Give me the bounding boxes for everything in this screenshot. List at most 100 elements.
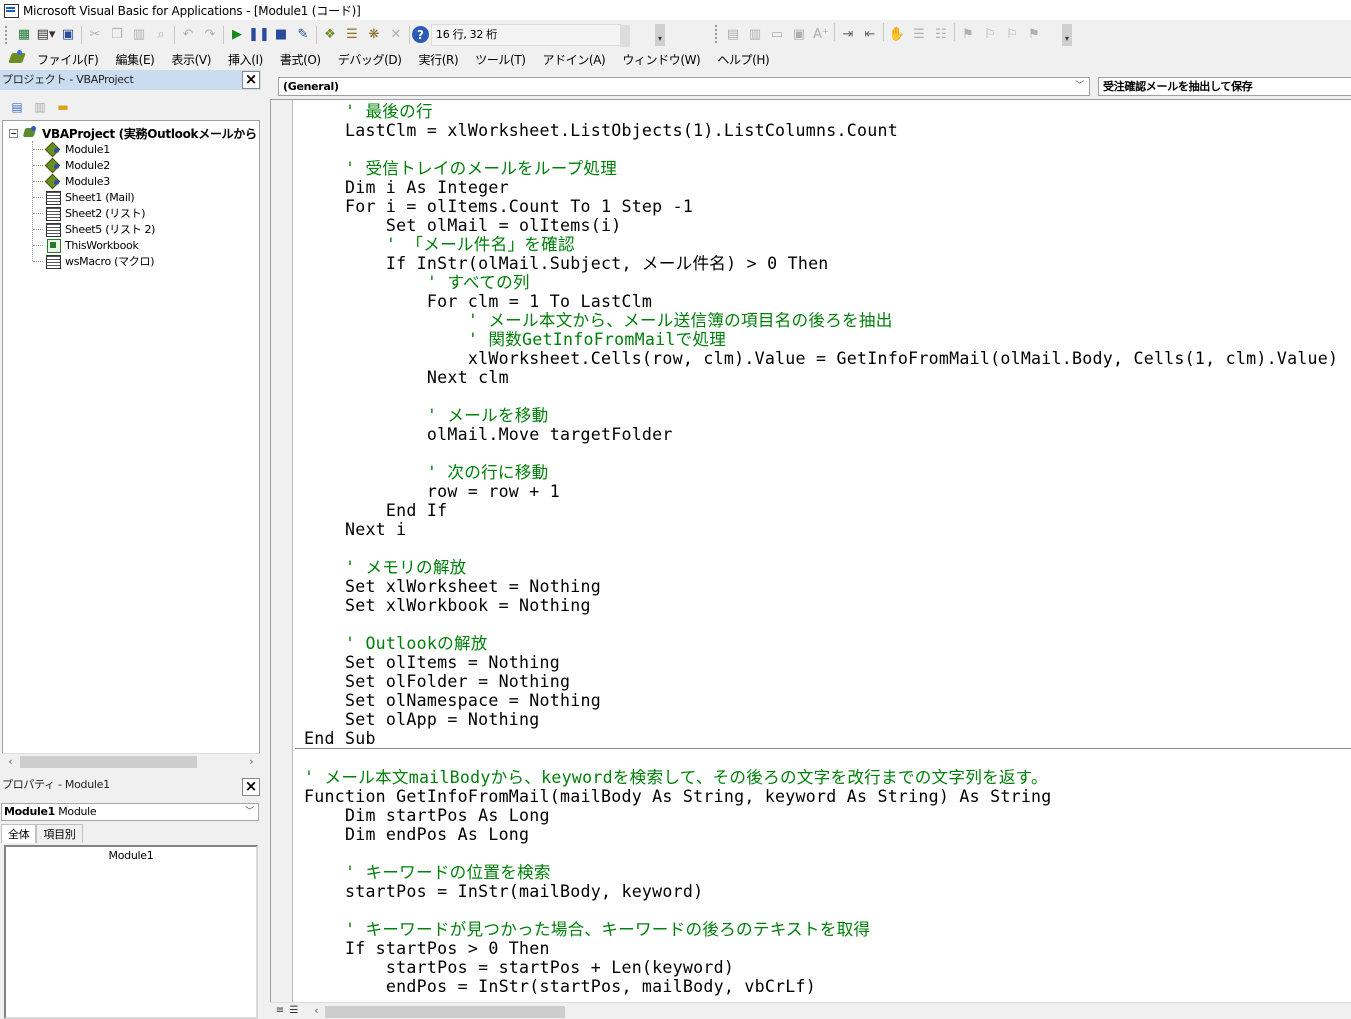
project-pane-close-icon[interactable]: × bbox=[242, 71, 260, 89]
uncomment-block-icon[interactable]: ☷ bbox=[930, 23, 952, 45]
code-line[interactable]: Function GetInfoFromMail(mailBody As Str… bbox=[304, 787, 1052, 806]
toolbar-grip[interactable] bbox=[5, 25, 9, 44]
tree-item-module3[interactable]: Module3 bbox=[33, 173, 110, 189]
reset-icon[interactable]: ■ bbox=[270, 24, 292, 46]
toggle-folders-icon[interactable]: ▬ bbox=[52, 98, 74, 116]
menu-tools[interactable]: ツール(T) bbox=[475, 51, 533, 68]
next-bookmark-icon[interactable]: ⚐ bbox=[979, 23, 1001, 45]
previous-bookmark-icon[interactable]: ⚐ bbox=[1001, 23, 1023, 45]
menu-addins[interactable]: アドイン(A) bbox=[543, 51, 614, 68]
properties-pane-close-icon[interactable]: × bbox=[242, 778, 260, 796]
code-line[interactable]: If startPos > 0 Then bbox=[304, 939, 550, 958]
code-line[interactable]: For clm = 1 To LastClm bbox=[304, 292, 652, 311]
code-line[interactable]: endPos = InStr(startPos, mailBody, vbCrL… bbox=[304, 977, 816, 996]
menu-file[interactable]: ファイル(F) bbox=[37, 51, 106, 68]
toggle-bookmark-icon[interactable]: ⚑ bbox=[957, 23, 979, 45]
menu-insert[interactable]: 挿入(I) bbox=[228, 51, 271, 68]
toolbar-overflow-chevron[interactable]: ▾ bbox=[655, 24, 665, 46]
toolbox-icon[interactable]: ✕ bbox=[385, 24, 407, 46]
code-line[interactable]: startPos = startPos + Len(keyword) bbox=[304, 958, 734, 977]
complete-word-icon[interactable]: A⁺ bbox=[810, 23, 832, 45]
vba-menu-icon[interactable] bbox=[7, 50, 29, 68]
run-icon[interactable]: ▶ bbox=[226, 24, 248, 46]
redo-icon[interactable]: ↷ bbox=[199, 24, 221, 46]
cut-icon[interactable]: ✂ bbox=[84, 24, 106, 46]
full-module-view-icon[interactable]: ☰ bbox=[288, 1005, 300, 1018]
code-comment-line[interactable]: ' 「メール件名」を確認 bbox=[304, 235, 575, 254]
menu-format[interactable]: 書式(O) bbox=[280, 51, 329, 68]
menu-edit[interactable]: 編集(E) bbox=[115, 51, 162, 68]
edit-toolbar-grip[interactable] bbox=[715, 25, 719, 43]
save-icon[interactable]: ▣ bbox=[57, 24, 79, 46]
undo-icon[interactable]: ↶ bbox=[177, 24, 199, 46]
property-row-name[interactable]: Module1 bbox=[6, 849, 256, 862]
tree-item-sheet5[interactable]: Sheet5 (リスト 2) bbox=[33, 221, 155, 237]
procedure-combo[interactable]: 受注確認メールを抽出して保存 bbox=[1098, 77, 1351, 96]
code-comment-line[interactable]: ' キーワードが見つかった場合、キーワードの後ろのテキストを取得 bbox=[304, 920, 870, 939]
code-horizontal-scrollbar[interactable]: ≡ ☰ ‹ bbox=[270, 1002, 1351, 1019]
code-line[interactable]: xlWorksheet.Cells(row, clm).Value = GetI… bbox=[304, 349, 1338, 368]
list-constants-icon[interactable]: ▥ bbox=[744, 23, 766, 45]
code-line[interactable]: Set xlWorkbook = Nothing bbox=[304, 596, 591, 615]
code-line[interactable]: Set olFolder = Nothing bbox=[304, 672, 570, 691]
code-comment-line[interactable]: ' メール本文から、メール送信簿の項目名の後ろを抽出 bbox=[304, 311, 893, 330]
pane-splitter[interactable] bbox=[262, 70, 268, 1019]
code-comment-line[interactable]: ' 受信トレイのメールをループ処理 bbox=[304, 159, 617, 178]
code-line[interactable]: row = row + 1 bbox=[304, 482, 560, 501]
chevron-down-icon[interactable]: ﹀ bbox=[1075, 78, 1084, 95]
tab-categorized[interactable]: 項目別 bbox=[36, 824, 83, 843]
code-editor[interactable]: ' 最後の行 LastClm = xlWorksheet.ListObjects… bbox=[270, 99, 1351, 1019]
code-line[interactable]: End Sub bbox=[304, 729, 376, 748]
code-line[interactable]: olMail.Move targetFolder bbox=[304, 425, 673, 444]
menu-help[interactable]: ヘルプ(H) bbox=[717, 51, 777, 68]
code-line[interactable]: Dim endPos As Long bbox=[304, 825, 529, 844]
code-comment-line[interactable]: ' すべての列 bbox=[304, 273, 530, 292]
menu-debug[interactable]: デバッグ(D) bbox=[338, 51, 410, 68]
scroll-thumb[interactable] bbox=[20, 756, 197, 768]
tree-item-module2[interactable]: Module2 bbox=[33, 157, 110, 173]
tree-item-thisworkbook[interactable]: ThisWorkbook bbox=[33, 237, 139, 253]
tree-item-module1[interactable]: Module1 bbox=[33, 141, 110, 157]
view-excel-icon[interactable]: ▦ bbox=[13, 24, 35, 46]
menu-window[interactable]: ウィンドウ(W) bbox=[622, 51, 708, 68]
menu-run[interactable]: 実行(R) bbox=[419, 51, 467, 68]
code-comment-line[interactable]: ' 最後の行 bbox=[304, 102, 433, 121]
find-icon[interactable]: ⌕ bbox=[150, 24, 172, 46]
tree-item-sheet2[interactable]: Sheet2 (リスト) bbox=[33, 205, 146, 221]
view-code-icon[interactable]: ▤ bbox=[6, 98, 28, 116]
parameter-info-icon[interactable]: ▣ bbox=[788, 23, 810, 45]
properties-object-select[interactable]: Module1 Module ﹀ bbox=[1, 803, 259, 821]
code-comment-line[interactable]: ' キーワードの位置を検索 bbox=[304, 863, 551, 882]
collapse-icon[interactable]: − bbox=[9, 128, 18, 138]
code-line[interactable]: Set xlWorksheet = Nothing bbox=[304, 577, 601, 596]
menu-view[interactable]: 表示(V) bbox=[171, 51, 219, 68]
code-comment-line[interactable]: ' 次の行に移動 bbox=[304, 463, 548, 482]
code-comment-line[interactable]: ' 関数GetInfoFromMailで処理 bbox=[304, 330, 726, 349]
code-line[interactable]: Next i bbox=[304, 520, 406, 539]
scroll-right-icon[interactable]: › bbox=[243, 754, 260, 771]
code-line[interactable]: For i = olItems.Count To 1 Step -1 bbox=[304, 197, 693, 216]
project-explorer-icon[interactable]: ❖ bbox=[319, 24, 341, 46]
view-object-icon[interactable]: ▥ bbox=[29, 98, 51, 116]
tree-root-vbaproject[interactable]: − VBAProject (実務Outlookメールから Ex bbox=[9, 125, 259, 141]
properties-window-icon[interactable]: ☰ bbox=[341, 24, 363, 46]
design-mode-icon[interactable]: ✎ bbox=[292, 24, 314, 46]
code-line[interactable]: LastClm = xlWorksheet.ListObjects(1).Lis… bbox=[304, 121, 898, 140]
list-properties-icon[interactable]: ▤ bbox=[722, 23, 744, 45]
code-line[interactable]: Set olNamespace = Nothing bbox=[304, 691, 601, 710]
outdent-icon[interactable]: ⇤ bbox=[859, 23, 881, 45]
code-line[interactable]: Set olItems = Nothing bbox=[304, 653, 560, 672]
code-comment-line[interactable]: ' メールを移動 bbox=[304, 406, 548, 425]
edit-toolbar-overflow-chevron[interactable]: ▾ bbox=[1062, 24, 1072, 46]
insert-module-icon[interactable]: ▤▾ bbox=[35, 24, 57, 46]
project-horizontal-scrollbar[interactable]: ‹ › bbox=[2, 753, 260, 770]
tree-item-sheet1[interactable]: Sheet1 (Mail) bbox=[33, 189, 135, 205]
code-line[interactable]: startPos = InStr(mailBody, keyword) bbox=[304, 882, 703, 901]
code-comment-line[interactable]: ' Outlookの解放 bbox=[304, 634, 488, 653]
code-line[interactable]: End If bbox=[304, 501, 447, 520]
quick-info-icon[interactable]: ▭ bbox=[766, 23, 788, 45]
tree-item-wsmacro[interactable]: wsMacro (マクロ) bbox=[33, 253, 155, 269]
scroll-left-icon[interactable]: ‹ bbox=[2, 754, 19, 771]
copy-icon[interactable]: ❐ bbox=[106, 24, 128, 46]
code-line[interactable]: Dim startPos As Long bbox=[304, 806, 550, 825]
